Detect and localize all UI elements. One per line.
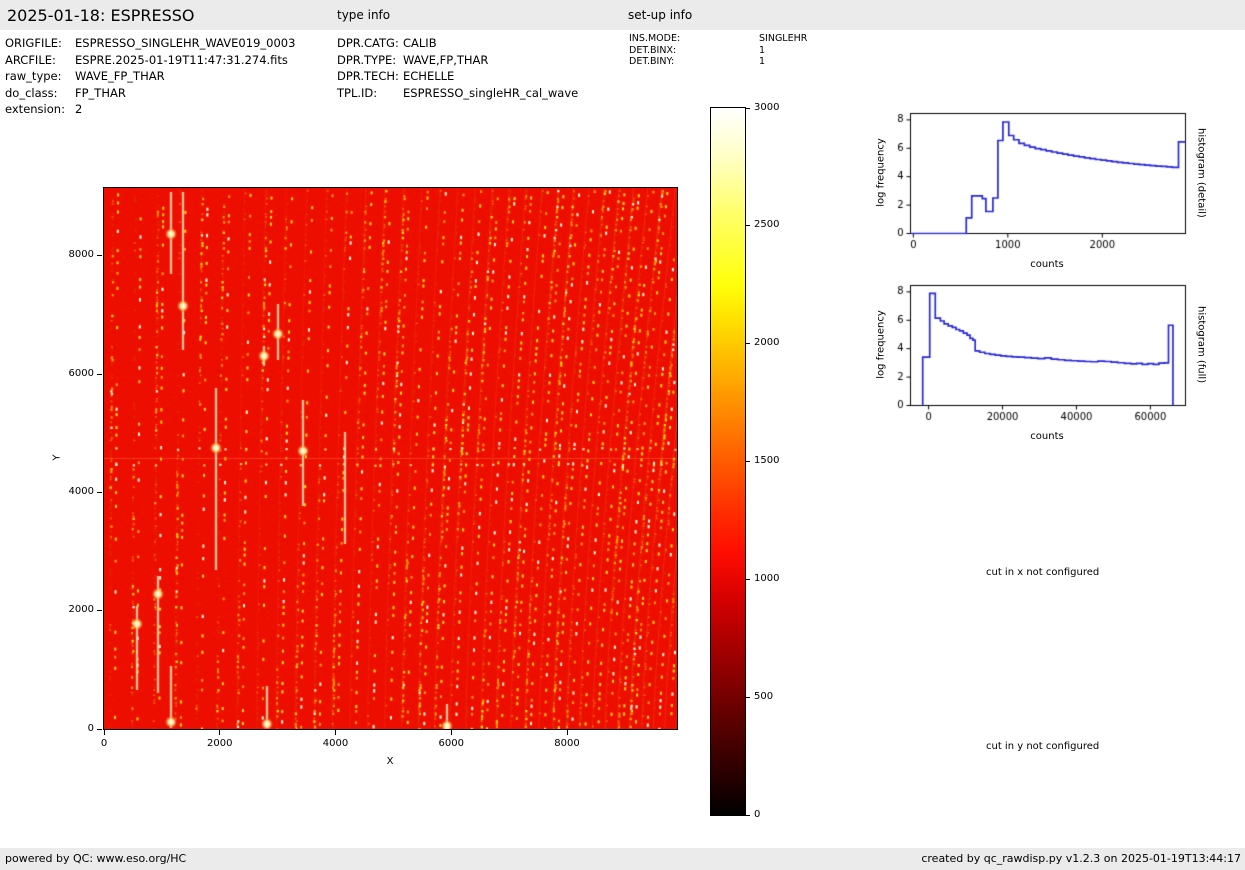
metadata-value: 1 <box>759 56 765 68</box>
metadata-row: ORIGFILE:ESPRESSO_SINGLEHR_WAVE019_0003 <box>5 35 295 52</box>
x-tick <box>104 730 105 735</box>
y-tick <box>97 492 102 493</box>
type-info-table: DPR.CATG:CALIBDPR.TYPE:WAVE,FP,THARDPR.T… <box>337 35 578 101</box>
metadata-key: DPR.CATG: <box>337 35 403 52</box>
colorbar-tick <box>746 815 750 816</box>
metadata-key: DPR.TYPE: <box>337 52 403 69</box>
colorbar-gradient <box>711 108 745 815</box>
metadata-value: WAVE,FP,THAR <box>403 52 488 69</box>
x-tick <box>219 730 220 735</box>
metadata-key: ORIGFILE: <box>5 35 75 52</box>
colorbar-tick <box>746 579 750 580</box>
colorbar-tick-label: 1500 <box>754 455 779 466</box>
metadata-row: INS.MODE:SINGLEHR <box>629 33 807 45</box>
metadata-row: DET.BINX:1 <box>629 45 807 57</box>
hist-full-x-label: counts <box>957 431 1137 442</box>
y-tick-label: 0 <box>52 723 94 734</box>
footer-bar: powered by QC: www.eso.org/HC created by… <box>0 848 1245 870</box>
colorbar-tick <box>746 461 750 462</box>
y-tick-label: 4000 <box>52 486 94 497</box>
metadata-row: do_class:FP_THAR <box>5 85 295 102</box>
x-tick-label: 6000 <box>429 738 473 749</box>
page-title: 2025-01-18: ESPRESSO <box>7 0 195 30</box>
metadata-value: 1 <box>759 45 765 57</box>
metadata-value: 2 <box>75 101 82 118</box>
metadata-key: INS.MODE: <box>629 33 759 45</box>
histogram-detail-canvas <box>865 100 1190 258</box>
metadata-row: TPL.ID:ESPRESSO_singleHR_cal_wave <box>337 85 578 102</box>
y-tick <box>97 374 102 375</box>
hist-detail-y-label: log frequency <box>876 113 887 233</box>
metadata-value: ESPRESSO_singleHR_cal_wave <box>403 85 578 102</box>
y-tick-label: 8000 <box>52 249 94 260</box>
colorbar-tick <box>746 343 750 344</box>
x-tick-label: 0 <box>82 738 126 749</box>
metadata-key: TPL.ID: <box>337 85 403 102</box>
metadata-row: raw_type:WAVE_FP_THAR <box>5 68 295 85</box>
colorbar-tick-label: 1000 <box>754 573 779 584</box>
colorbar-tick <box>746 225 750 226</box>
metadata-value: SINGLEHR <box>759 33 807 45</box>
y-tick <box>97 255 102 256</box>
metadata-key: raw_type: <box>5 68 75 85</box>
type-info-header: type info <box>337 0 390 30</box>
metadata-value: FP_THAR <box>75 85 126 102</box>
colorbar-tick-label: 500 <box>754 691 773 702</box>
y-tick-label: 2000 <box>52 604 94 615</box>
metadata-key: do_class: <box>5 85 75 102</box>
metadata-key: extension: <box>5 101 75 118</box>
qc-report-page: 2025-01-18: ESPRESSO type info set-up in… <box>0 0 1245 870</box>
metadata-key: ARCFILE: <box>5 52 75 69</box>
metadata-value: ESPRE.2025-01-19T11:47:31.274.fits <box>75 52 288 69</box>
colorbar-tick-label: 2500 <box>754 219 779 230</box>
metadata-key: DET.BINX: <box>629 45 759 57</box>
metadata-row: DPR.TECH:ECHELLE <box>337 68 578 85</box>
x-tick-label: 2000 <box>198 738 242 749</box>
raw-frame-heatmap <box>104 188 677 729</box>
cut-x-note: cut in x not configured <box>986 567 1099 578</box>
histogram-full-canvas <box>865 272 1190 430</box>
metadata-value: ESPRESSO_SINGLEHR_WAVE019_0003 <box>75 35 295 52</box>
metadata-key: DPR.TECH: <box>337 68 403 85</box>
x-tick <box>567 730 568 735</box>
metadata-row: DET.BINY:1 <box>629 56 807 68</box>
x-tick <box>451 730 452 735</box>
metadata-value: ECHELLE <box>403 68 454 85</box>
file-info-table: ORIGFILE:ESPRESSO_SINGLEHR_WAVE019_0003A… <box>5 35 295 118</box>
metadata-row: DPR.CATG:CALIB <box>337 35 578 52</box>
image-y-axis-label: Y <box>52 398 63 518</box>
hist-full-right-label: histogram (full) <box>1194 285 1208 405</box>
footer-right-text: created by qc_rawdisp.py v1.2.3 on 2025-… <box>921 852 1241 865</box>
hist-full-y-label: log frequency <box>876 285 887 405</box>
x-tick-label: 8000 <box>545 738 589 749</box>
metadata-row: ARCFILE:ESPRE.2025-01-19T11:47:31.274.fi… <box>5 52 295 69</box>
metadata-row: extension:2 <box>5 101 295 118</box>
hist-detail-x-label: counts <box>957 259 1137 270</box>
metadata-row: DPR.TYPE:WAVE,FP,THAR <box>337 52 578 69</box>
metadata-value: CALIB <box>403 35 437 52</box>
cut-y-note: cut in y not configured <box>986 741 1099 752</box>
setup-info-table: INS.MODE:SINGLEHRDET.BINX:1DET.BINY:1 <box>629 33 807 68</box>
y-tick <box>97 610 102 611</box>
colorbar-tick-label: 2000 <box>754 337 779 348</box>
metadata-key: DET.BINY: <box>629 56 759 68</box>
y-tick <box>97 729 102 730</box>
x-tick <box>335 730 336 735</box>
colorbar-tick <box>746 697 750 698</box>
metadata-value: WAVE_FP_THAR <box>75 68 165 85</box>
colorbar-tick-label: 3000 <box>754 102 779 113</box>
hist-detail-right-label: histogram (detail) <box>1194 113 1208 233</box>
y-tick-label: 6000 <box>52 368 94 379</box>
colorbar-tick-label: 0 <box>754 809 760 820</box>
image-x-axis-label: X <box>330 756 450 767</box>
colorbar-tick <box>746 108 750 109</box>
setup-info-header: set-up info <box>628 0 692 30</box>
x-tick-label: 4000 <box>314 738 358 749</box>
footer-left-text: powered by QC: www.eso.org/HC <box>5 852 186 865</box>
